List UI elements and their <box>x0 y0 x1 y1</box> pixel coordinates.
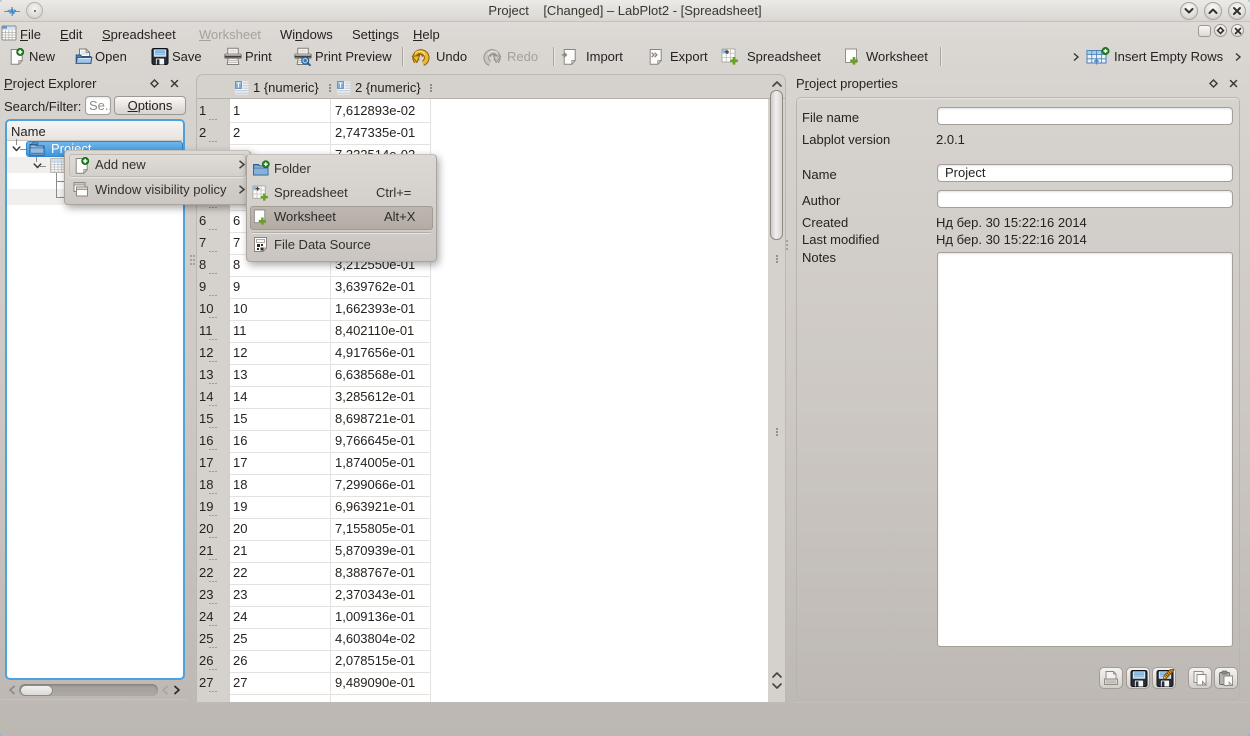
svg-text:T: T <box>236 83 241 90</box>
svg-text:T: T <box>338 83 343 90</box>
